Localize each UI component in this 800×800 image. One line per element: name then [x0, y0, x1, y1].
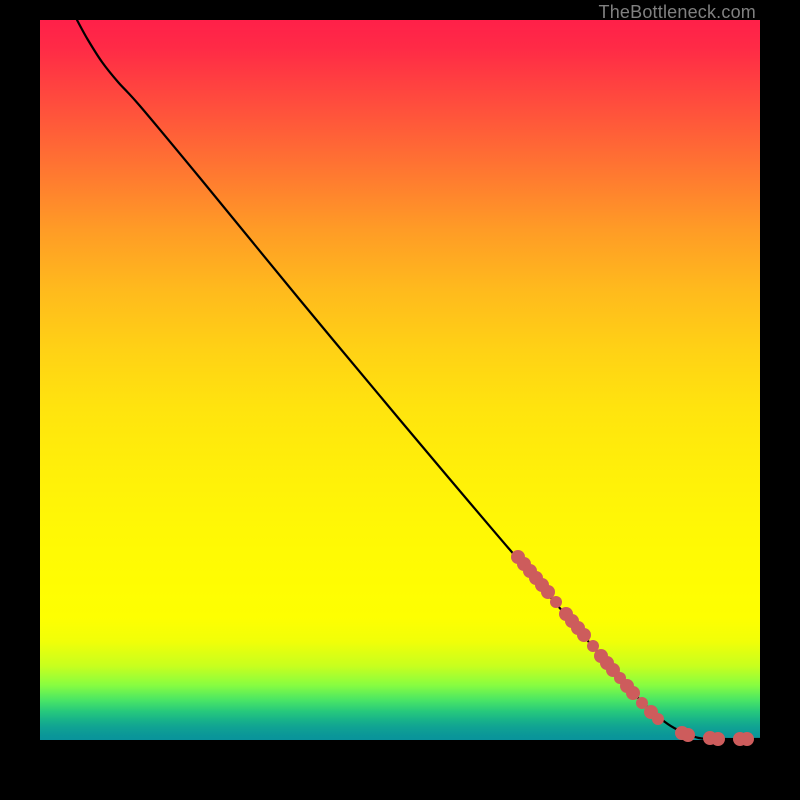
data-point — [652, 713, 664, 725]
chart-overlay — [40, 20, 760, 740]
chart-frame — [40, 20, 760, 740]
data-point — [740, 732, 754, 746]
chart-data-points — [511, 550, 754, 746]
chart-curve — [77, 20, 760, 739]
data-point — [626, 686, 640, 700]
data-point — [550, 596, 562, 608]
data-point — [711, 732, 725, 746]
data-point — [681, 728, 695, 742]
data-point — [577, 628, 591, 642]
